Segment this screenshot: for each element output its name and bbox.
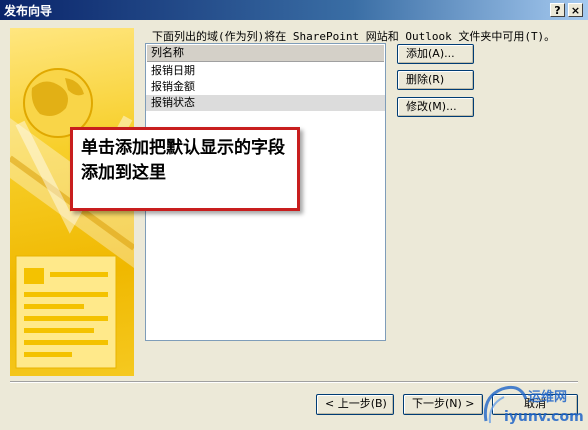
list-item[interactable]: 报销金额 bbox=[146, 79, 385, 95]
list-item[interactable]: 报销日期 bbox=[146, 63, 385, 79]
instruction-text: 下面列出的域(作为列)将在 SharePoint 网站和 Outlook 文件夹… bbox=[152, 30, 556, 43]
annotation-callout: 单击添加把默认显示的字段添加到这里 bbox=[70, 127, 300, 211]
delete-button[interactable]: 删除(R) bbox=[397, 70, 474, 90]
watermark-text-cn: 运维网 bbox=[528, 389, 567, 405]
next-button[interactable]: 下一步(N) > bbox=[403, 394, 483, 415]
list-item-selected[interactable]: 报销状态 bbox=[146, 95, 385, 111]
title-bar: 发布向导 ? × bbox=[0, 0, 588, 20]
column-header-name[interactable]: 列名称 bbox=[147, 45, 384, 62]
window-title: 发布向导 bbox=[4, 4, 53, 18]
close-button[interactable]: × bbox=[568, 3, 583, 17]
back-button[interactable]: < 上一步(B) bbox=[316, 394, 394, 415]
modify-button[interactable]: 修改(M)... bbox=[397, 97, 474, 117]
site-watermark: 运维网 iyunv.com bbox=[480, 383, 584, 427]
watermark-logo-icon: 运维网 iyunv.com bbox=[483, 385, 584, 425]
help-button[interactable]: ? bbox=[550, 3, 565, 17]
watermark-text-en: iyunv.com bbox=[504, 409, 584, 425]
add-button[interactable]: 添加(A)... bbox=[397, 44, 474, 64]
